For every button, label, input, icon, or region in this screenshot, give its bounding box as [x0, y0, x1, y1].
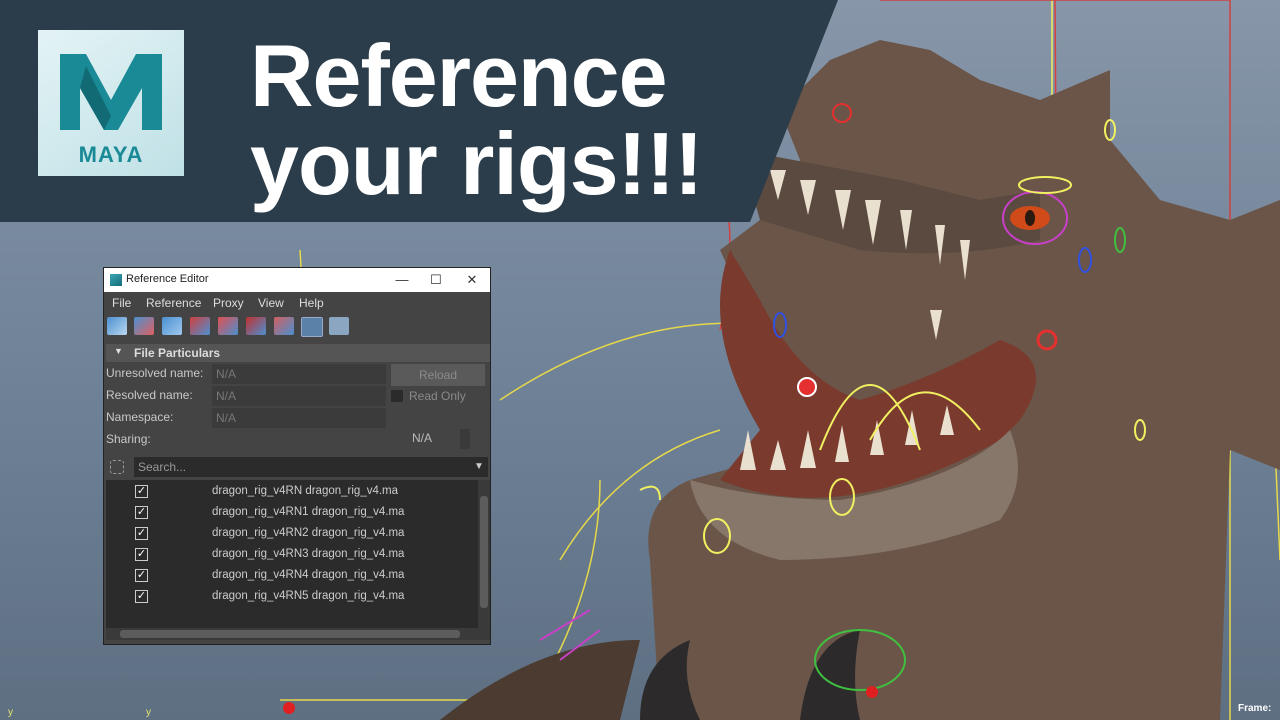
maya-logo-text: MAYA — [78, 142, 144, 167]
reference-checkbox[interactable]: ✓ — [135, 506, 148, 519]
dragon-wing — [440, 640, 640, 720]
maya-app-icon — [110, 274, 122, 286]
reload-button[interactable]: Reload — [391, 364, 485, 386]
rig-control[interactable] — [639, 485, 661, 501]
unload-reference-icon[interactable] — [134, 317, 154, 335]
load-reference-icon[interactable] — [107, 317, 127, 335]
menu-view[interactable]: View — [258, 296, 284, 310]
window-title: Reference Editor — [126, 273, 209, 285]
reference-checkbox[interactable]: ✓ — [135, 485, 148, 498]
reference-name: dragon_rig_v4RN2 dragon_rig_v4.ma — [212, 527, 405, 539]
import-objects-icon[interactable] — [218, 317, 238, 335]
toolbar — [104, 314, 490, 338]
resolved-name-label: Resolved name: — [106, 388, 193, 402]
reference-name: dragon_rig_v4RN dragon_rig_v4.ma — [212, 485, 399, 497]
duplicate-reference-icon[interactable] — [274, 317, 294, 335]
collapse-arrow-icon[interactable]: ▼ — [114, 346, 123, 356]
reference-checkbox[interactable]: ✓ — [135, 590, 148, 603]
close-button[interactable]: ✕ — [456, 270, 488, 290]
axis-label: y — [146, 707, 151, 718]
list-item[interactable]: ✓ dragon_rig_v4RN2 dragon_rig_v4.ma — [106, 524, 478, 545]
list-item[interactable]: ✓ dragon_rig_v4RN3 dragon_rig_v4.ma — [106, 545, 478, 566]
file-particulars-section[interactable]: ▼ File Particulars — [106, 344, 490, 362]
reference-checkbox[interactable]: ✓ — [135, 569, 148, 582]
unresolved-name-label: Unresolved name: — [106, 366, 204, 380]
sharing-label: Sharing: — [106, 432, 151, 446]
locator-control[interactable] — [797, 377, 817, 397]
maya-m-icon — [60, 54, 162, 130]
reference-name: dragon_rig_v4RN5 dragon_rig_v4.ma — [212, 590, 405, 602]
reference-name: dragon_rig_v4RN3 dragon_rig_v4.ma — [212, 548, 405, 560]
reference-editor-window[interactable]: Reference Editor — ☐ ✕ File Reference Pr… — [103, 267, 491, 645]
sharing-toggle[interactable] — [460, 429, 470, 449]
menu-help[interactable]: Help — [299, 296, 324, 310]
export-icon[interactable] — [246, 317, 266, 335]
list-item[interactable]: ✓ dragon_rig_v4RN dragon_rig_v4.ma — [106, 482, 478, 503]
menu-bar: File Reference Proxy View Help — [104, 292, 490, 314]
scrollbar-thumb[interactable] — [480, 496, 488, 608]
maximize-button[interactable]: ☐ — [420, 270, 452, 290]
list-item[interactable]: ✓ dragon_rig_v4RN4 dragon_rig_v4.ma — [106, 566, 478, 587]
reference-checkbox[interactable]: ✓ — [135, 527, 148, 540]
pivot-point[interactable] — [283, 702, 295, 714]
list-item[interactable]: ✓ dragon_rig_v4RN5 dragon_rig_v4.ma — [106, 587, 478, 608]
pivot-point[interactable] — [866, 686, 878, 698]
read-only-checkbox[interactable] — [391, 390, 403, 402]
menu-reference[interactable]: Reference — [146, 296, 201, 310]
axis-label: y — [8, 707, 13, 718]
headline-line-2: your rigs!!! — [250, 114, 703, 213]
namespace-label: Namespace: — [106, 410, 174, 424]
remove-reference-icon[interactable] — [190, 317, 210, 335]
title-banner: MAYA Reference your rigs!!! — [0, 0, 1280, 222]
read-only-label: Read Only — [409, 389, 466, 403]
chevron-down-icon[interactable]: ▼ — [474, 461, 484, 472]
resolved-name-field[interactable]: N/A — [212, 386, 386, 406]
list-item[interactable]: ✓ dragon_rig_v4RN1 dragon_rig_v4.ma — [106, 503, 478, 524]
window-titlebar[interactable]: Reference Editor — ☐ ✕ — [104, 268, 490, 292]
headline-line-1: Reference — [250, 26, 668, 125]
scrollbar-thumb[interactable] — [120, 630, 460, 638]
menu-proxy[interactable]: Proxy — [213, 296, 244, 310]
sharing-value: N/A — [412, 431, 433, 445]
list-view-icon[interactable] — [301, 317, 323, 337]
table-view-icon[interactable] — [329, 317, 349, 335]
menu-file[interactable]: File — [112, 296, 131, 310]
reference-name: dragon_rig_v4RN1 dragon_rig_v4.ma — [212, 506, 405, 518]
maya-logo: MAYA — [38, 30, 184, 176]
reload-reference-icon[interactable] — [162, 317, 182, 335]
search-input[interactable] — [134, 457, 488, 477]
frame-counter-label: Frame: — [1238, 703, 1272, 714]
section-title: File Particulars — [134, 346, 221, 360]
reference-list[interactable]: ✓ dragon_rig_v4RN dragon_rig_v4.ma ✓ dra… — [106, 480, 478, 628]
reference-name: dragon_rig_v4RN4 dragon_rig_v4.ma — [212, 569, 405, 581]
3d-viewport[interactable]: MAYA Reference your rigs!!! Reference Ed… — [0, 0, 1280, 720]
namespace-field[interactable]: N/A — [212, 408, 386, 428]
vertical-scrollbar[interactable] — [478, 480, 490, 628]
reference-checkbox[interactable]: ✓ — [135, 548, 148, 561]
horizontal-scrollbar[interactable] — [106, 628, 490, 640]
select-filter-icon[interactable] — [110, 460, 124, 474]
unresolved-name-field[interactable]: N/A — [212, 364, 386, 384]
minimize-button[interactable]: — — [386, 270, 418, 290]
